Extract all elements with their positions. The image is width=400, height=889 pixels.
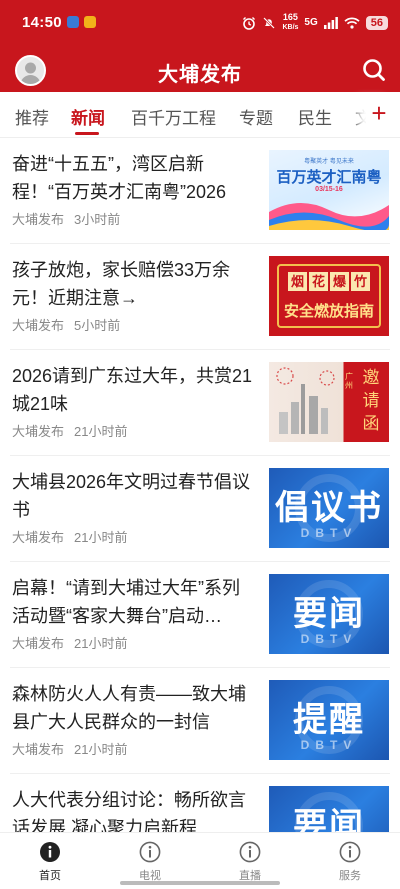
news-title: 启幕！“请到大埔过大年”系列活动暨“客家大舞台”启动… xyxy=(12,578,240,626)
signal-icon xyxy=(323,16,338,29)
news-meta: 大埔发布 3小时前 xyxy=(12,209,120,228)
nav-label: 服务 xyxy=(339,870,361,882)
news-thumbnail: 提醒 DBTV xyxy=(269,680,389,760)
info-circle-icon xyxy=(139,841,161,863)
home-indicator xyxy=(120,881,280,885)
news-meta: 大埔发布 5小时前 xyxy=(12,315,120,334)
nav-live[interactable]: 直播 xyxy=(210,841,290,883)
app-title: 大埔发布 xyxy=(158,64,242,86)
invite-stamp: 广州 xyxy=(345,372,353,390)
tab-news[interactable]: 新闻 xyxy=(71,104,105,129)
info-circle-icon xyxy=(239,841,261,863)
mute-icon xyxy=(263,16,276,29)
firework-char: 爆 xyxy=(330,272,349,291)
network-type: 5G xyxy=(304,17,318,28)
net-speed: 165 KB/s xyxy=(282,12,299,32)
notification-app-icon xyxy=(84,16,96,28)
news-time: 21小时前 xyxy=(74,742,128,757)
news-source: 大埔发布 xyxy=(12,212,65,227)
news-item[interactable]: 孩子放炮，家长赔偿33万余元！近期注意→ 大埔发布 5小时前 烟花爆竹 安全燃放指… xyxy=(0,244,400,350)
news-time: 21小时前 xyxy=(74,530,128,545)
tab-livelihood[interactable]: 民生 xyxy=(298,104,332,129)
news-source: 大埔发布 xyxy=(12,742,65,757)
nav-services[interactable]: 服务 xyxy=(310,841,390,883)
tab-topics[interactable]: 专题 xyxy=(239,104,273,129)
banner-tagline: 粤聚英才 粤见未来 xyxy=(304,159,354,165)
news-item[interactable]: 大埔县2026年文明过春节倡议书 大埔发布 21小时前 倡议书 DBTV xyxy=(0,456,400,562)
banner-date: 03/15-16 xyxy=(315,186,343,193)
avatar-icon xyxy=(17,57,44,84)
banner-headline: 百万英才汇南粤 xyxy=(276,169,382,186)
tile-label: 要闻 xyxy=(293,595,365,633)
wifi-icon xyxy=(344,16,360,29)
add-tab-button[interactable]: + xyxy=(366,98,392,130)
tab-recommend[interactable]: 推荐 xyxy=(15,104,49,129)
news-source: 大埔发布 xyxy=(12,636,65,651)
firework-char: 花 xyxy=(309,272,328,291)
news-meta: 大埔发布 21小时前 xyxy=(12,421,127,440)
news-item[interactable]: 森林防火人人有责——致大埔县广大人民群众的一封信 大埔发布 21小时前 提醒 DB… xyxy=(0,668,400,774)
battery-indicator: 56 xyxy=(365,15,388,30)
info-circle-icon xyxy=(339,841,361,863)
news-meta: 大埔发布 21小时前 xyxy=(12,739,127,758)
news-title: 孩子放炮，家长赔偿33万余元！近期注意→ xyxy=(12,260,231,308)
nav-tv[interactable]: 电视 xyxy=(110,841,190,883)
active-tab-indicator xyxy=(75,132,99,135)
news-time: 3小时前 xyxy=(74,212,121,227)
tile-sublabel: DBTV xyxy=(300,526,358,540)
news-thumbnail: 粤聚英才 粤见未来 百万英才汇南粤 03/15-16 xyxy=(269,150,389,230)
tile-sublabel: DBTV xyxy=(300,738,358,752)
news-source: 大埔发布 xyxy=(12,424,65,439)
news-time: 21小时前 xyxy=(74,636,128,651)
news-thumbnail: 要闻 DBTV xyxy=(269,574,389,654)
news-title: 2026请到广东过大年，共赏21城21味 xyxy=(12,366,253,414)
news-item[interactable]: 启幕！“请到大埔过大年”系列活动暨“客家大舞台”启动… 大埔发布 21小时前 要闻… xyxy=(0,562,400,668)
news-source: 大埔发布 xyxy=(12,530,65,545)
status-time: 14:50 xyxy=(22,14,62,31)
search-button[interactable] xyxy=(360,56,388,84)
news-item[interactable]: 奋进“十五五”，湾区启新程！“百万英才汇南粤”2026年… 大埔发布 3小时前 粤… xyxy=(0,138,400,244)
notification-app-icon xyxy=(67,16,79,28)
news-title: 森林防火人人有责——致大埔县广大人民群众的一封信 xyxy=(12,684,246,732)
news-time: 5小时前 xyxy=(74,318,121,333)
news-title: 大埔县2026年文明过春节倡议书 xyxy=(12,472,251,520)
tile-sublabel: DBTV xyxy=(300,632,358,646)
app-header: 14:50 165 KB/s 5G 56 大埔发布 xyxy=(0,0,400,92)
nav-label: 首页 xyxy=(39,870,61,882)
alarm-icon xyxy=(243,16,256,30)
firework-subline: 安全燃放指南 xyxy=(283,303,374,320)
status-right: 165 KB/s 5G 56 xyxy=(242,13,388,32)
news-thumbnail: 广州 邀请函 xyxy=(269,362,389,442)
news-thumbnail: 烟花爆竹 安全燃放指南 xyxy=(269,256,389,336)
user-avatar[interactable] xyxy=(15,55,46,86)
news-source: 大埔发布 xyxy=(12,318,65,333)
firework-char: 烟 xyxy=(288,272,307,291)
news-thumbnail: 倡议书 DBTV xyxy=(269,468,389,548)
news-meta: 大埔发布 21小时前 xyxy=(12,633,127,652)
status-bar: 14:50 165 KB/s 5G 56 xyxy=(0,0,400,46)
invite-text: 邀请函 xyxy=(362,368,380,433)
info-circle-icon xyxy=(40,842,60,862)
tab-village-project[interactable]: 百千万工程 xyxy=(131,104,216,129)
tile-label: 倡议书 xyxy=(275,489,383,527)
firework-char: 竹 xyxy=(351,272,370,291)
news-item[interactable]: 2026请到广东过大年，共赏21城21味 大埔发布 21小时前 广州 邀请函 xyxy=(0,350,400,456)
category-tabs: 推荐 新闻 百千万工程 专题 民生 文 + xyxy=(0,92,400,138)
news-time: 21小时前 xyxy=(74,424,128,439)
news-meta: 大埔发布 21小时前 xyxy=(12,527,127,546)
nav-home[interactable]: 首页 xyxy=(10,841,90,883)
tile-label: 提醒 xyxy=(293,701,365,739)
search-icon xyxy=(363,59,385,81)
news-title: 奋进“十五五”，湾区启新程！“百万英才汇南粤”2026年… xyxy=(12,154,227,202)
